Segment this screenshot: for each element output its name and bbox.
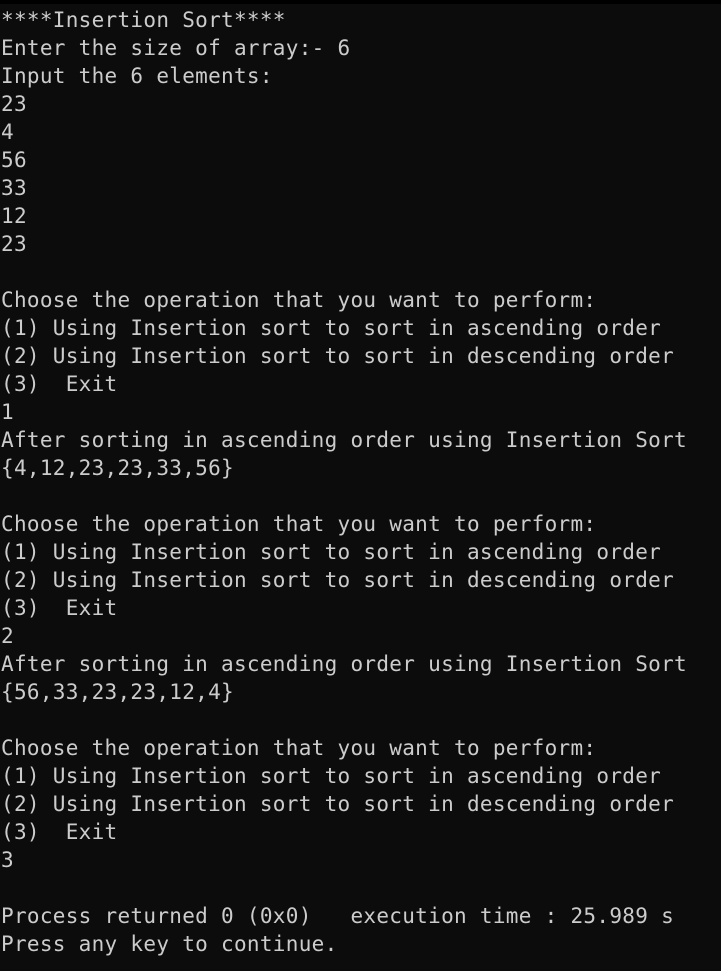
console-line-menu-heading: Choose the operation that you want to pe…	[1, 288, 597, 312]
console-line-menu-option: (3) Exit	[1, 372, 118, 396]
console-line-result-array: {4,12,23,23,33,56}	[1, 456, 234, 480]
console-line-menu-heading: Choose the operation that you want to pe…	[1, 736, 597, 760]
console-line-menu-option: (3) Exit	[1, 596, 118, 620]
console-line-menu-option: (3) Exit	[1, 820, 118, 844]
console-line-input-value: 23	[1, 232, 27, 256]
console-line-result-heading: After sorting in ascending order using I…	[1, 652, 687, 676]
console-line-continue-prompt: Press any key to continue.	[1, 932, 338, 956]
console-line-user-choice: 1	[1, 400, 14, 424]
console-line-menu-option: (2) Using Insertion sort to sort in desc…	[1, 792, 675, 816]
console-line-elements-prompt: Input the 6 elements:	[1, 64, 273, 88]
console-line-blank	[1, 482, 721, 510]
console-line-title: ****Insertion Sort****	[1, 8, 286, 32]
console-line-blank	[1, 706, 721, 734]
console-line-result-array: {56,33,23,23,12,4}	[1, 680, 234, 704]
console-line-menu-heading: Choose the operation that you want to pe…	[1, 512, 597, 536]
console-output: ****Insertion Sort**** Enter the size of…	[0, 4, 721, 958]
console-line-menu-option: (2) Using Insertion sort to sort in desc…	[1, 568, 675, 592]
console-window[interactable]: ****Insertion Sort**** Enter the size of…	[0, 0, 721, 971]
console-line-menu-option: (2) Using Insertion sort to sort in desc…	[1, 344, 675, 368]
console-line-input-value: 56	[1, 148, 27, 172]
console-line-input-value: 23	[1, 92, 27, 116]
console-line-user-choice: 3	[1, 848, 14, 872]
console-line-blank	[1, 258, 721, 286]
console-line-menu-option: (1) Using Insertion sort to sort in asce…	[1, 316, 662, 340]
console-line-process-status: Process returned 0 (0x0) execution time …	[1, 904, 675, 928]
console-line-result-heading: After sorting in ascending order using I…	[1, 428, 687, 452]
console-line-menu-option: (1) Using Insertion sort to sort in asce…	[1, 764, 662, 788]
console-line-input-value: 4	[1, 120, 14, 144]
console-line-user-choice: 2	[1, 624, 14, 648]
console-line-blank	[1, 874, 721, 902]
console-line-input-value: 12	[1, 204, 27, 228]
console-line-size-prompt: Enter the size of array:- 6	[1, 36, 351, 60]
console-line-input-value: 33	[1, 176, 27, 200]
console-line-menu-option: (1) Using Insertion sort to sort in asce…	[1, 540, 662, 564]
